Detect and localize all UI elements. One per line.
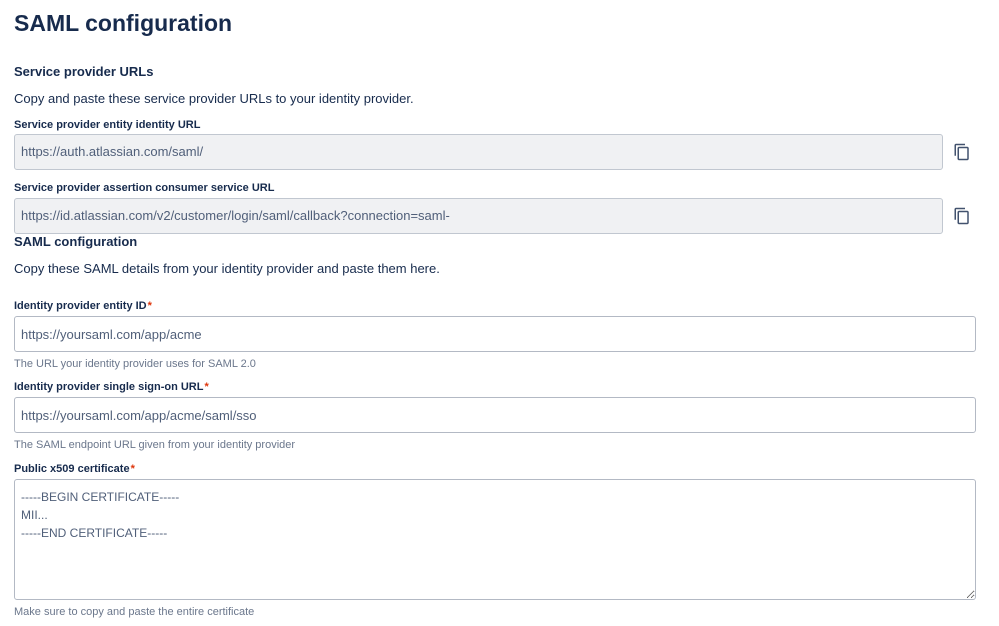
copy-acs-url-button[interactable]	[952, 206, 972, 226]
idp-sso-url-label-text: Identity provider single sign-on URL	[14, 381, 204, 393]
service-provider-heading: Service provider URLs	[14, 64, 154, 79]
idp-entity-id-input[interactable]	[14, 316, 976, 352]
idp-sso-url-input[interactable]	[14, 397, 976, 433]
saml-config-heading: SAML configuration	[14, 234, 138, 249]
page-title: SAML configuration	[14, 10, 233, 36]
sp-entity-url-field[interactable]: https://auth.atlassian.com/saml/	[14, 134, 943, 170]
idp-entity-id-label: Identity provider entity ID*	[14, 299, 152, 313]
idp-sso-url-label: Identity provider single sign-on URL*	[14, 380, 209, 394]
idp-entity-id-helper: The URL your identity provider uses for …	[14, 358, 256, 370]
saml-config-description: Copy these SAML details from your identi…	[14, 261, 440, 276]
certificate-label: Public x509 certificate*	[14, 462, 135, 476]
copy-icon	[954, 143, 969, 161]
sp-entity-url-label: Service provider entity identity URL	[14, 119, 201, 131]
copy-entity-url-button[interactable]	[952, 142, 972, 162]
idp-entity-id-label-text: Identity provider entity ID	[14, 300, 147, 312]
service-provider-description: Copy and paste these service provider UR…	[14, 91, 414, 106]
certificate-textarea[interactable]	[14, 479, 976, 600]
required-marker: *	[130, 463, 135, 475]
sp-acs-url-field[interactable]: https://id.atlassian.com/v2/customer/log…	[14, 198, 943, 234]
required-marker: *	[204, 381, 209, 393]
idp-sso-url-helper: The SAML endpoint URL given from your id…	[14, 439, 296, 451]
certificate-label-text: Public x509 certificate	[14, 463, 130, 475]
certificate-helper: Make sure to copy and paste the entire c…	[14, 606, 255, 618]
required-marker: *	[147, 300, 152, 312]
sp-acs-url-label: Service provider assertion consumer serv…	[14, 182, 275, 194]
copy-icon	[954, 207, 969, 225]
